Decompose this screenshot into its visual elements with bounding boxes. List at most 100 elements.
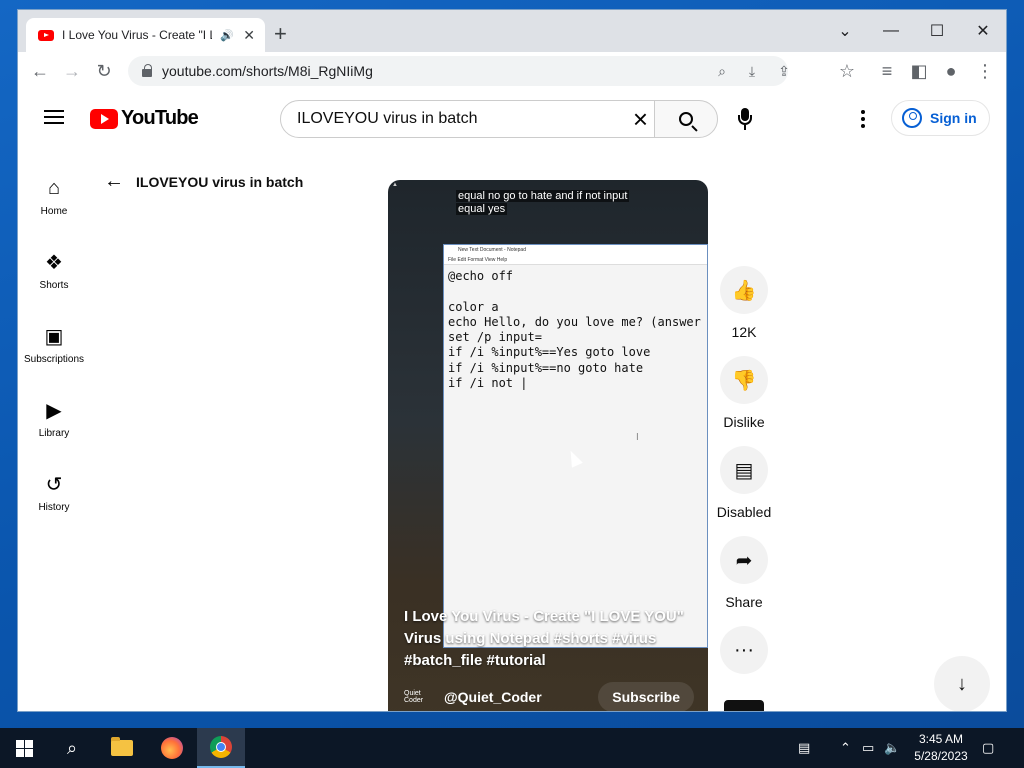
back-arrow-icon[interactable]: ←: [104, 170, 124, 193]
search-value: ILOVEYOU virus in batch: [297, 110, 478, 127]
share-icon[interactable]: ➦: [720, 536, 768, 584]
recorder-watermark-icon: ▲: [392, 182, 398, 188]
sound-thumbnail[interactable]: [724, 700, 764, 711]
subscribe-button[interactable]: Subscribe: [598, 682, 694, 711]
account-icon: [902, 108, 922, 128]
subscriptions-icon: ▣: [44, 325, 64, 348]
search-button[interactable]: [654, 100, 718, 138]
sidebar: ⌂ Home ❖ Shorts ▣ Subscriptions ▶ Librar…: [18, 162, 90, 532]
tab-search-chevron-icon[interactable]: ⌄: [822, 18, 868, 44]
comments-label: Disabled: [716, 504, 772, 520]
news-widget-icon[interactable]: ▤: [798, 728, 810, 768]
address-bar[interactable]: youtube.com/shorts/M8i_RgNIiMg ⌕ ⤓ ⇪: [128, 56, 790, 86]
sidebar-item-label: Home: [40, 206, 68, 217]
maximize-button[interactable]: ☐: [914, 18, 960, 44]
browser-window: I Love You Virus - Create "I L 🔊 ✕ + ⌄ —…: [18, 10, 1006, 711]
caption-line: equal yes: [456, 203, 508, 215]
more-action: ···: [718, 626, 770, 674]
file-explorer-icon[interactable]: [98, 728, 146, 768]
side-panel-icon[interactable]: ◧: [908, 60, 930, 82]
like-icon[interactable]: 👍: [720, 266, 768, 314]
sidebar-item-home[interactable]: ⌂ Home: [18, 162, 90, 236]
tab-close-icon[interactable]: ✕: [243, 27, 255, 44]
volume-muted-icon[interactable]: 🔈: [884, 728, 900, 768]
sidebar-item-label: Subscriptions: [23, 354, 85, 365]
channel-name[interactable]: @Quiet_Coder: [444, 689, 542, 705]
dislike-icon[interactable]: 👎: [720, 356, 768, 404]
home-icon: ⌂: [47, 176, 61, 199]
channel-avatar[interactable]: Quiet Coder: [404, 690, 438, 704]
notifications-icon[interactable]: ▢: [982, 728, 994, 768]
video-title[interactable]: I Love You Virus - Create "I LOVE YOU" V…: [404, 606, 694, 672]
tray-chevron-icon[interactable]: ⌃: [840, 728, 851, 768]
share-page-icon[interactable]: ⇪: [774, 60, 794, 82]
like-count: 12K: [731, 324, 757, 340]
back-to-search[interactable]: ← ILOVEYOU virus in batch: [104, 170, 303, 193]
text-cursor-icon: I: [636, 432, 639, 443]
notepad-window: New Text Document - Notepad File Edit Fo…: [443, 244, 708, 648]
zoom-search-icon[interactable]: ⌕: [712, 60, 732, 82]
speaker-icon[interactable]: 🔊: [220, 29, 234, 42]
library-icon: ▶: [46, 399, 62, 422]
network-icon[interactable]: ▭: [862, 728, 874, 768]
close-button[interactable]: ✕: [960, 18, 1006, 44]
sidebar-item-shorts[interactable]: ❖ Shorts: [18, 236, 90, 310]
back-label: ILOVEYOU virus in batch: [136, 173, 304, 190]
lock-icon[interactable]: [142, 64, 152, 77]
more-icon[interactable]: ···: [720, 626, 768, 674]
share-action: ➦ Share: [718, 536, 770, 612]
taskbar: ⌕ ▤ ⌃ ▭ 🔈 3:45 AM 5/28/2023 ▢: [0, 728, 1024, 768]
install-icon[interactable]: ⤓: [742, 60, 762, 82]
sidebar-item-label: History: [38, 502, 70, 513]
reload-icon[interactable]: ↻: [93, 60, 115, 82]
sidebar-item-subscriptions[interactable]: ▣ Subscriptions: [18, 310, 90, 384]
share-label: Share: [725, 594, 763, 610]
shorts-icon: ❖: [45, 251, 63, 274]
tab-youtube[interactable]: I Love You Virus - Create "I L 🔊 ✕: [26, 18, 265, 52]
microphone-icon[interactable]: [735, 108, 755, 132]
sidebar-item-label: Shorts: [39, 280, 69, 291]
sidebar-item-library[interactable]: ▶ Library: [18, 384, 90, 458]
minimize-button[interactable]: —: [868, 18, 914, 44]
comments-action: ▤ Disabled: [716, 446, 772, 522]
windows-icon: [15, 739, 33, 757]
youtube-logo[interactable]: YouTube: [90, 107, 199, 130]
logo-text: YouTube: [121, 107, 199, 129]
back-icon[interactable]: ←: [29, 60, 51, 82]
youtube-favicon-icon: [38, 29, 54, 41]
search-taskbar-icon[interactable]: ⌕: [48, 728, 96, 768]
search-input[interactable]: ILOVEYOU virus in batch ×: [280, 100, 655, 138]
tab-title: I Love You Virus - Create "I L: [62, 28, 212, 42]
url-text: youtube.com/shorts/M8i_RgNIiMg: [162, 63, 373, 79]
sidebar-item-history[interactable]: ↺ History: [18, 458, 90, 532]
sign-in-button[interactable]: Sign in: [891, 100, 990, 136]
comments-icon[interactable]: ▤: [720, 446, 768, 494]
start-button[interactable]: [0, 728, 48, 768]
arrow-down-icon: ↓: [957, 672, 967, 695]
clock-date: 5/28/2023: [914, 749, 968, 763]
bookmark-star-icon[interactable]: ☆: [836, 60, 858, 82]
settings-more-icon[interactable]: [855, 108, 871, 130]
shorts-player[interactable]: ▲ equal no go to hate and if not input e…: [388, 180, 708, 711]
sidebar-item-label: Library: [38, 428, 70, 439]
forward-icon[interactable]: →: [61, 60, 83, 82]
action-rail: 👍 12K 👎 Dislike ▤ Disabled ➦ Share ···: [716, 266, 772, 688]
profile-icon[interactable]: ●: [940, 60, 962, 82]
notepad-text: @echo off color a echo Hello, do you lov…: [448, 269, 701, 391]
caption-line: equal no go to hate and if not input: [456, 190, 630, 202]
like-action: 👍 12K: [718, 266, 770, 342]
system-clock[interactable]: 3:45 AM 5/28/2023: [910, 731, 972, 765]
youtube-play-icon: [90, 108, 118, 129]
media-controls-icon[interactable]: ≡: [876, 60, 898, 82]
new-tab-button[interactable]: +: [274, 22, 287, 46]
firefox-icon[interactable]: [148, 728, 196, 768]
menu-icon[interactable]: [44, 110, 64, 124]
chrome-icon[interactable]: [197, 728, 245, 768]
sign-in-label: Sign in: [930, 110, 977, 126]
browser-toolbar: ← → ↻ youtube.com/shorts/M8i_RgNIiMg ⌕ ⤓…: [18, 52, 1006, 90]
clear-search-icon[interactable]: ×: [633, 106, 648, 132]
next-video-button[interactable]: ↓: [934, 656, 990, 711]
chrome-menu-icon[interactable]: ⋮: [974, 60, 996, 82]
channel-row: Quiet Coder @Quiet_Coder Subscribe: [404, 682, 694, 711]
video-caption: equal no go to hate and if not input equ…: [456, 190, 630, 216]
